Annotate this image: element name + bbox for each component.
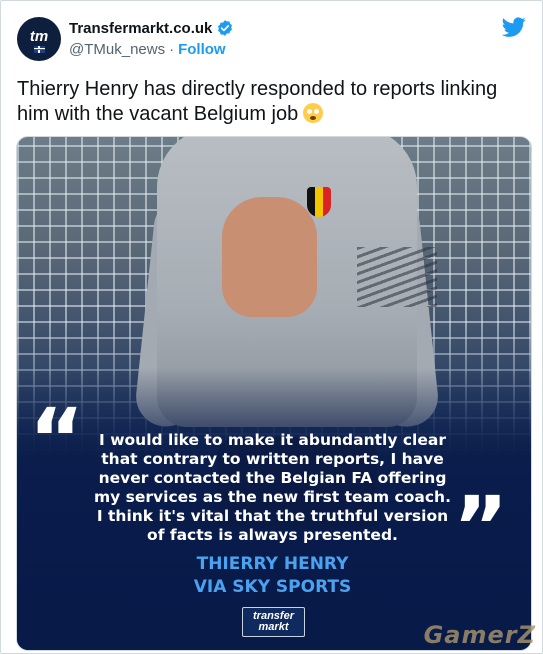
watermark: GamerZ <box>423 621 536 649</box>
attribution-source: VIA SKY SPORTS <box>193 577 352 597</box>
handle-row: @TMuk_news · Follow <box>69 41 226 58</box>
transfermarkt-logo: transfer markt <box>242 607 305 637</box>
uk-flag-icon <box>33 45 45 53</box>
quote-attribution: THIERRY HENRY VIA SKY SPORTS <box>1 553 542 599</box>
avatar-logo-text: tm <box>29 27 49 45</box>
handle[interactable]: @TMuk_news <box>69 41 165 58</box>
twitter-bird-icon[interactable] <box>502 15 526 39</box>
tweet-card: tm Transfermarkt.co.uk @TMuk_news · Foll… <box>0 0 543 654</box>
flushed-face-emoji-icon <box>303 103 324 123</box>
quote-line: I would like to make it abundantly clear <box>99 431 446 449</box>
logo-line-2: markt <box>258 621 289 633</box>
quote-line: that contrary to written reports, I have <box>101 450 444 468</box>
verified-badge-icon <box>218 20 233 36</box>
tweet-text: Thierry Henry has directly responded to … <box>17 77 517 127</box>
attribution-name: THIERRY HENRY <box>196 554 349 574</box>
avatar[interactable]: tm <box>17 17 61 61</box>
quote-line: my services as the new first team coach. <box>94 488 451 506</box>
quote-line: never contacted the Belgian FA offering <box>98 469 447 487</box>
separator: · <box>169 41 175 58</box>
tweet-body: Thierry Henry has directly responded to … <box>17 78 498 125</box>
quote-text: I would like to make it abundantly clear… <box>1 431 542 545</box>
display-name[interactable]: Transfermarkt.co.uk <box>69 20 212 37</box>
author-name-row: Transfermarkt.co.uk <box>69 19 234 37</box>
quote-line: of facts is always presented. <box>147 526 398 544</box>
follow-button[interactable]: Follow <box>178 41 226 58</box>
quote-line: I think it's vital that the truthful ver… <box>96 507 449 525</box>
